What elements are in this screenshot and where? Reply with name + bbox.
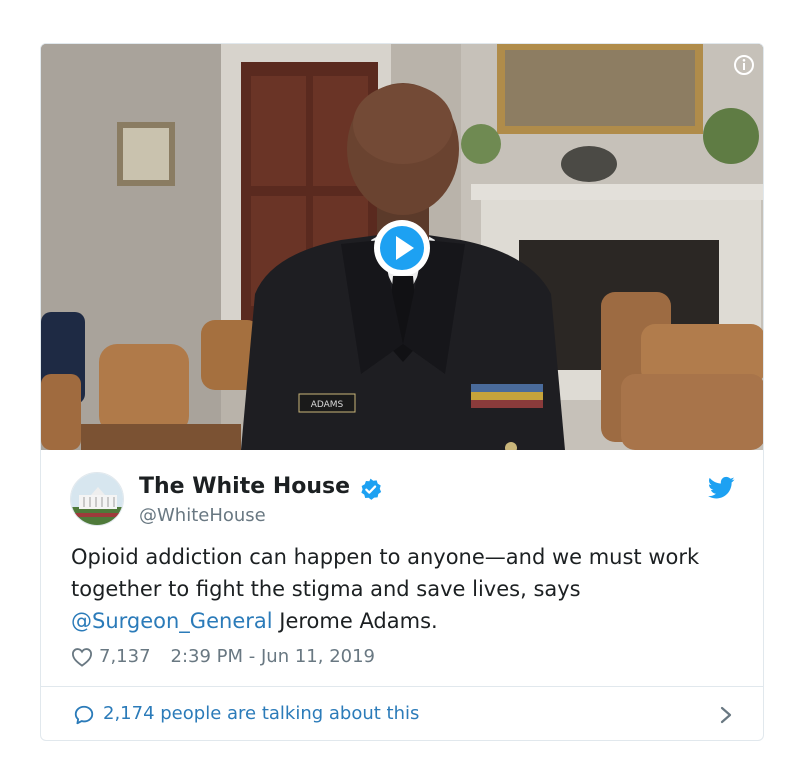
play-button[interactable]	[373, 219, 431, 277]
author-display-name[interactable]: The White House	[139, 474, 350, 499]
avatar[interactable]	[70, 472, 124, 526]
tweet-header: The White House @WhiteHouse	[41, 450, 763, 534]
like-count[interactable]: 7,137	[99, 646, 151, 667]
heart-icon[interactable]	[71, 647, 93, 667]
embedded-tweet-card: ADAMS The White House @WhiteHouse Opioid…	[40, 43, 764, 741]
chevron-right-icon[interactable]	[719, 705, 733, 725]
mention-link[interactable]: @Surgeon_General	[71, 609, 273, 633]
tweet-text: Opioid addiction can happen to anyone—an…	[71, 541, 731, 637]
twitter-icon[interactable]	[708, 476, 735, 500]
uniform-name-tag: ADAMS	[311, 400, 344, 410]
tweet-text-part: Opioid addiction can happen to anyone—an…	[71, 545, 700, 601]
verified-icon	[361, 478, 382, 500]
tweet-text-part: Jerome Adams.	[272, 609, 438, 633]
conversation-label[interactable]: 2,174 people are talking about this	[103, 703, 419, 724]
conversation-link[interactable]: 2,174 people are talking about this	[41, 687, 763, 740]
tweet-timestamp[interactable]: 2:39 PM - Jun 11, 2019	[171, 646, 375, 667]
tweet-meta: 7,137 2:39 PM - Jun 11, 2019	[71, 646, 375, 667]
video-thumbnail[interactable]: ADAMS	[41, 44, 763, 450]
speech-bubble-icon	[74, 705, 94, 725]
author-handle[interactable]: @WhiteHouse	[139, 505, 266, 526]
white-house-avatar-image	[71, 473, 123, 525]
info-icon[interactable]	[733, 54, 755, 76]
